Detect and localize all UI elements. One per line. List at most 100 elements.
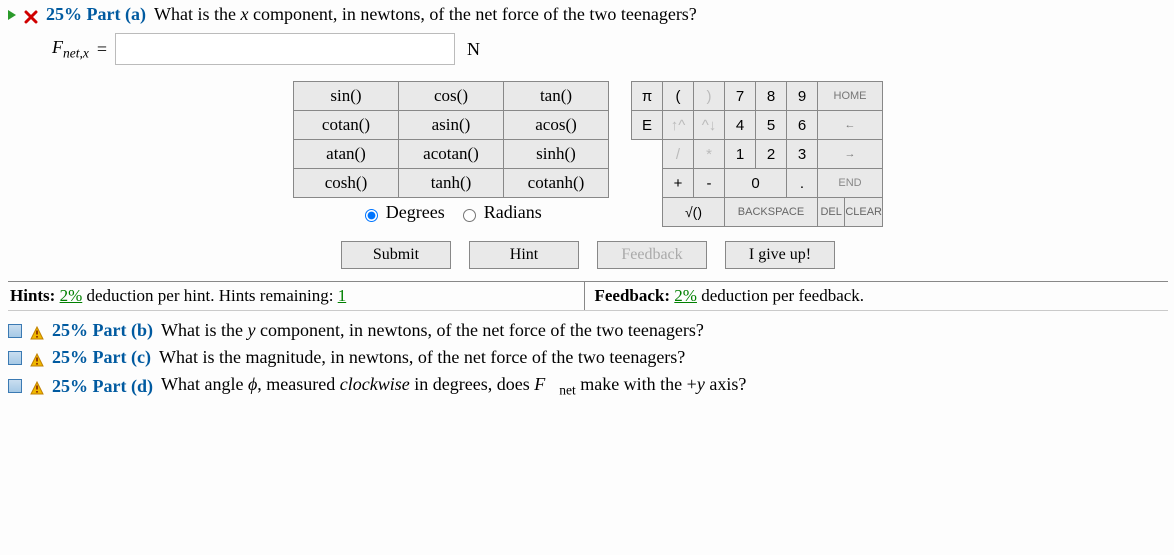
hints-remaining[interactable]: 1: [338, 286, 347, 305]
blank: [632, 198, 663, 227]
key-plus[interactable]: +: [663, 169, 694, 198]
answer-unit: N: [463, 39, 480, 60]
key-rparen[interactable]: ): [694, 82, 725, 111]
key-div[interactable]: /: [663, 140, 694, 169]
feedback-text: deduction per feedback.: [697, 286, 864, 305]
part-b-row: 25% Part (b) What is the y component, in…: [8, 317, 1168, 344]
key-sqrt[interactable]: √(): [663, 198, 725, 227]
answer-symbol: Fnet,x: [52, 37, 89, 62]
fn-tan[interactable]: tan(): [504, 82, 609, 111]
key-1[interactable]: 1: [725, 140, 756, 169]
blank: [632, 169, 663, 198]
info-row: Hints: 2% deduction per hint. Hints rema…: [8, 281, 1168, 311]
key-6[interactable]: 6: [787, 111, 818, 140]
part-b-label: 25% Part (b): [52, 320, 153, 341]
fn-sin[interactable]: sin(): [294, 82, 399, 111]
feedback-pct[interactable]: 2%: [674, 286, 697, 305]
collapse-icon[interactable]: [8, 10, 16, 20]
radio-degrees[interactable]: [365, 209, 378, 222]
answer-sub: net,x: [63, 45, 89, 60]
key-mul[interactable]: *: [694, 140, 725, 169]
q-suffix: component, in newtons, of the net force …: [248, 4, 696, 24]
key-8[interactable]: 8: [756, 82, 787, 111]
key-left[interactable]: ←: [818, 111, 883, 140]
key-end[interactable]: END: [818, 169, 883, 198]
key-dot[interactable]: .: [787, 169, 818, 198]
part-b-question: What is the y component, in newtons, of …: [161, 320, 704, 341]
expand-icon[interactable]: [8, 324, 22, 338]
part-a-question: What is the x component, in newtons, of …: [154, 4, 697, 25]
hints-label: Hints:: [10, 286, 55, 305]
radio-radians[interactable]: [463, 209, 476, 222]
other-parts: 25% Part (b) What is the y component, in…: [8, 311, 1168, 402]
part-c-row: 25% Part (c) What is the magnitude, in n…: [8, 344, 1168, 371]
key-E[interactable]: E: [632, 111, 663, 140]
key-2[interactable]: 2: [756, 140, 787, 169]
fn-acos[interactable]: acos(): [504, 111, 609, 140]
hints-pct[interactable]: 2%: [60, 286, 83, 305]
answer-input[interactable]: [115, 33, 455, 65]
mode-degrees[interactable]: Degrees: [360, 202, 444, 222]
calculator: sin()cos()tan() cotan()asin()acos() atan…: [8, 81, 1168, 227]
fn-cotan[interactable]: cotan(): [294, 111, 399, 140]
key-lparen[interactable]: (: [663, 82, 694, 111]
wrong-icon: [24, 8, 38, 22]
blank: [632, 140, 663, 169]
number-pad: π ( ) 7 8 9 HOME E ↑^ ^↓ 4 5 6 ← / *: [631, 81, 883, 227]
angle-mode: Degrees Radians: [293, 198, 609, 223]
expand-icon[interactable]: [8, 379, 22, 393]
function-pad: sin()cos()tan() cotan()asin()acos() atan…: [293, 81, 609, 227]
fn-acotan[interactable]: acotan(): [399, 140, 504, 169]
fn-asin[interactable]: asin(): [399, 111, 504, 140]
label-degrees: Degrees: [386, 202, 445, 222]
fn-cotanh[interactable]: cotanh(): [504, 169, 609, 198]
feedback-info: Feedback: 2% deduction per feedback.: [585, 282, 1169, 310]
key-home[interactable]: HOME: [818, 82, 883, 111]
q-prefix: What is the: [154, 4, 240, 24]
part-c-label: 25% Part (c): [52, 347, 151, 368]
feedback-label: Feedback:: [595, 286, 671, 305]
key-up[interactable]: ↑^: [663, 111, 694, 140]
part-d-question: What angle ϕ, measured clockwise in degr…: [161, 374, 746, 399]
key-down[interactable]: ^↓: [694, 111, 725, 140]
function-table: sin()cos()tan() cotan()asin()acos() atan…: [293, 81, 609, 198]
warning-icon: [30, 324, 44, 338]
key-5[interactable]: 5: [756, 111, 787, 140]
key-3[interactable]: 3: [787, 140, 818, 169]
key-del[interactable]: DEL: [818, 198, 845, 226]
part-d-row: 25% Part (d) What angle ϕ, measured cloc…: [8, 371, 1168, 402]
part-a-label: 25% Part (a): [46, 4, 146, 25]
warning-icon: [30, 351, 44, 365]
hints-text: deduction per hint. Hints remaining:: [82, 286, 337, 305]
key-right[interactable]: →: [818, 140, 883, 169]
equals: =: [97, 39, 107, 60]
answer-F: F: [52, 37, 63, 57]
key-7[interactable]: 7: [725, 82, 756, 111]
key-minus[interactable]: -: [694, 169, 725, 198]
fn-cosh[interactable]: cosh(): [294, 169, 399, 198]
key-clear[interactable]: CLEAR: [845, 198, 882, 226]
expand-icon[interactable]: [8, 351, 22, 365]
feedback-button[interactable]: Feedback: [597, 241, 707, 269]
key-0[interactable]: 0: [725, 169, 787, 198]
fn-atan[interactable]: atan(): [294, 140, 399, 169]
submit-button[interactable]: Submit: [341, 241, 451, 269]
key-del-clear: DEL CLEAR: [818, 198, 883, 227]
fn-cos[interactable]: cos(): [399, 82, 504, 111]
hints-info: Hints: 2% deduction per hint. Hints rema…: [8, 282, 585, 310]
hint-button[interactable]: Hint: [469, 241, 579, 269]
mode-radians[interactable]: Radians: [458, 202, 542, 222]
key-pi[interactable]: π: [632, 82, 663, 111]
part-a-header: 25% Part (a) What is the x component, in…: [8, 4, 1168, 25]
giveup-button[interactable]: I give up!: [725, 241, 835, 269]
label-radians: Radians: [484, 202, 542, 222]
part-c-question: What is the magnitude, in newtons, of th…: [159, 347, 685, 368]
key-9[interactable]: 9: [787, 82, 818, 111]
fn-sinh[interactable]: sinh(): [504, 140, 609, 169]
fn-tanh[interactable]: tanh(): [399, 169, 504, 198]
warning-icon: [30, 379, 44, 393]
action-row: Submit Hint Feedback I give up!: [8, 241, 1168, 269]
key-backspace[interactable]: BACKSPACE: [725, 198, 818, 227]
part-d-label: 25% Part (d): [52, 376, 153, 397]
key-4[interactable]: 4: [725, 111, 756, 140]
